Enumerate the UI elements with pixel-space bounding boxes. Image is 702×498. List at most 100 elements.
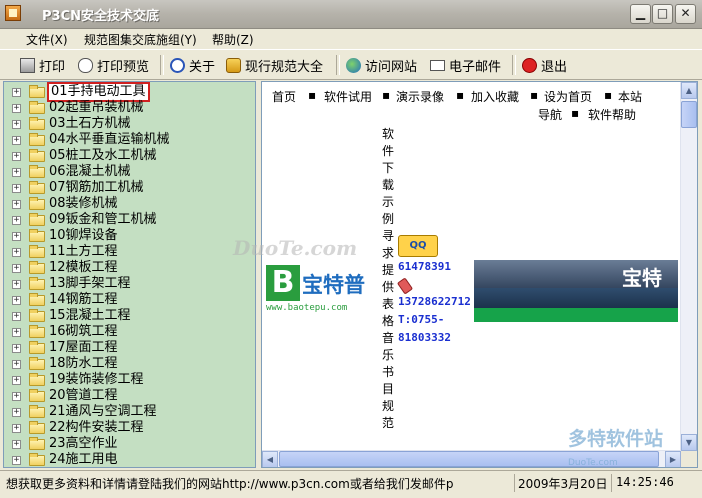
tree-item[interactable]: +16砌筑工程 — [4, 324, 254, 340]
folder-icon — [29, 421, 45, 434]
about-button[interactable]: 关于 — [170, 55, 215, 75]
print-preview-button[interactable]: 打印预览 — [78, 55, 149, 75]
expand-icon[interactable]: + — [12, 440, 21, 449]
expand-icon[interactable]: + — [12, 360, 21, 369]
app-icon[interactable] — [5, 5, 21, 21]
close-button[interactable]: ✕ — [675, 4, 696, 24]
tree-item[interactable]: +21通风与空调工程 — [4, 404, 254, 420]
nav-separator: ▪ — [571, 106, 580, 120]
tree-item[interactable]: +06混凝土机械 — [4, 164, 254, 180]
folder-icon — [29, 357, 45, 370]
tree-item[interactable]: +18防水工程 — [4, 356, 254, 372]
tree-item[interactable]: +04水平垂直运输机械 — [4, 132, 254, 148]
qq-icon[interactable]: QQ — [398, 235, 438, 257]
nav-site[interactable]: 本站 — [618, 88, 642, 105]
tree-item[interactable]: +24施工用电 — [4, 452, 254, 467]
expand-icon[interactable]: + — [12, 408, 21, 417]
expand-icon[interactable]: + — [12, 312, 21, 321]
folder-icon — [29, 389, 45, 402]
expand-icon[interactable]: + — [12, 376, 21, 385]
category-tree[interactable]: +01手持电动工具 +02起重吊装机械 +03土石方机械 +04水平垂直运输机械 +05… — [3, 81, 256, 468]
ad-banner[interactable]: 宝特 — [474, 260, 678, 322]
menu-file[interactable]: 文件(X) — [26, 31, 68, 48]
tree-item[interactable]: +03土石方机械 — [4, 116, 254, 132]
expand-icon[interactable]: + — [12, 136, 21, 145]
watermark-center: DuoTe.com — [233, 236, 358, 260]
tree-item[interactable]: +15混凝土工程 — [4, 308, 254, 324]
tree-item[interactable]: +13脚手架工程 — [4, 276, 254, 292]
expand-icon[interactable]: + — [12, 168, 21, 177]
nav-favorites[interactable]: 加入收藏 — [471, 88, 519, 105]
email-button[interactable]: 电子邮件 — [430, 55, 501, 75]
expand-icon[interactable]: + — [12, 184, 21, 193]
expand-icon[interactable]: + — [12, 328, 21, 337]
expand-icon[interactable]: + — [12, 120, 21, 129]
tree-item[interactable]: +22构件安装工程 — [4, 420, 254, 436]
tree-item[interactable]: +10铆焊设备 — [4, 228, 254, 244]
tree-item-label: 06混凝土机械 — [49, 164, 131, 179]
tree-item[interactable]: +02起重吊装机械 — [4, 100, 254, 116]
nav-separator: ▪ — [456, 88, 465, 102]
tree-item[interactable]: +14钢筋工程 — [4, 292, 254, 308]
nav-demo[interactable]: 演示录像 — [396, 88, 444, 105]
printer-icon — [20, 57, 35, 73]
scroll-up-button[interactable]: ▲ — [681, 82, 697, 99]
main-window: P3CN安全技术交底 ▁ □ ✕ 文件(X) 规范图集交底施组(Y) 帮助(Z)… — [0, 0, 702, 498]
scroll-down-button[interactable]: ▼ — [681, 434, 697, 451]
expand-icon[interactable]: + — [12, 200, 21, 209]
nav-home[interactable]: 首页 — [272, 88, 296, 105]
nav-help[interactable]: 软件帮助 — [588, 106, 636, 123]
tree-item-label: 15混凝土工程 — [49, 308, 131, 323]
nav-separator: ▪ — [604, 88, 613, 102]
print-button[interactable]: 打印 — [20, 55, 65, 75]
menu-help[interactable]: 帮助(Z) — [212, 31, 254, 48]
tree-item[interactable]: +05桩工及水工机械 — [4, 148, 254, 164]
visit-website-button[interactable]: 访问网站 — [346, 55, 417, 75]
minimize-button[interactable]: ▁ — [630, 4, 651, 24]
nav-guide[interactable]: 导航 — [538, 106, 562, 123]
tree-item[interactable]: +20管道工程 — [4, 388, 254, 404]
tree-item[interactable]: +12模板工程 — [4, 260, 254, 276]
expand-icon[interactable]: + — [12, 424, 21, 433]
logo-name: 宝特普 — [302, 273, 365, 297]
tree-item[interactable]: +09钣金和管工机械 — [4, 212, 254, 228]
expand-icon[interactable]: + — [12, 232, 21, 241]
expand-icon[interactable]: + — [12, 392, 21, 401]
exit-button[interactable]: 退出 — [522, 55, 567, 75]
tree-item[interactable]: +23高空作业 — [4, 436, 254, 452]
tree-item[interactable]: +17屋面工程 — [4, 340, 254, 356]
tree-item[interactable]: +08装修机械 — [4, 196, 254, 212]
tree-item[interactable]: +19装饰装修工程 — [4, 372, 254, 388]
scroll-left-button[interactable]: ◀ — [262, 451, 278, 467]
expand-icon[interactable]: + — [12, 88, 21, 97]
scroll-corner — [681, 451, 697, 467]
tree-item[interactable]: +01手持电动工具 — [4, 82, 254, 102]
tree-item[interactable]: +11土方工程 — [4, 244, 254, 260]
horizontal-scrollbar[interactable]: ◀ ▶ — [262, 450, 681, 467]
maximize-button[interactable]: □ — [652, 4, 673, 24]
scroll-right-button[interactable]: ▶ — [665, 451, 681, 467]
menu-specs[interactable]: 规范图集交底施组(Y) — [84, 31, 197, 48]
nav-trial[interactable]: 软件试用 — [324, 88, 372, 105]
title-bar[interactable]: P3CN安全技术交底 ▁ □ ✕ — [0, 0, 702, 29]
status-message: 想获取更多资料和详情请登陆我们的网站http://www.p3cn.com或者给… — [6, 477, 454, 491]
expand-icon[interactable]: + — [12, 344, 21, 353]
info-icon — [170, 57, 185, 73]
expand-icon[interactable]: + — [12, 248, 21, 257]
expand-icon[interactable]: + — [12, 104, 21, 113]
vertical-scroll-thumb[interactable] — [681, 101, 697, 128]
expand-icon[interactable]: + — [12, 264, 21, 273]
expand-icon[interactable]: + — [12, 296, 21, 305]
expand-icon[interactable]: + — [12, 216, 21, 225]
nav-set-home[interactable]: 设为首页 — [544, 88, 592, 105]
specs-library-button[interactable]: 现行规范大全 — [226, 55, 323, 75]
vertical-link-text[interactable]: 软件下载示例寻求提供表格音乐书目规范 — [380, 126, 396, 432]
expand-icon[interactable]: + — [12, 280, 21, 289]
expand-icon[interactable]: + — [12, 152, 21, 161]
vertical-scrollbar[interactable]: ▲ ▼ — [680, 82, 697, 451]
tree-item[interactable]: +07钢筋加工机械 — [4, 180, 254, 196]
tree-item-label: 08装修机械 — [49, 196, 118, 211]
company-logo[interactable]: B 宝特普 www.baotepu.com — [266, 265, 368, 313]
web-view[interactable]: 首页 ▪ 软件试用 ▪ 演示录像 ▪ 加入收藏 ▪ 设为首页 ▪ 本站 导航 ▪… — [261, 81, 698, 468]
expand-icon[interactable]: + — [12, 456, 21, 465]
